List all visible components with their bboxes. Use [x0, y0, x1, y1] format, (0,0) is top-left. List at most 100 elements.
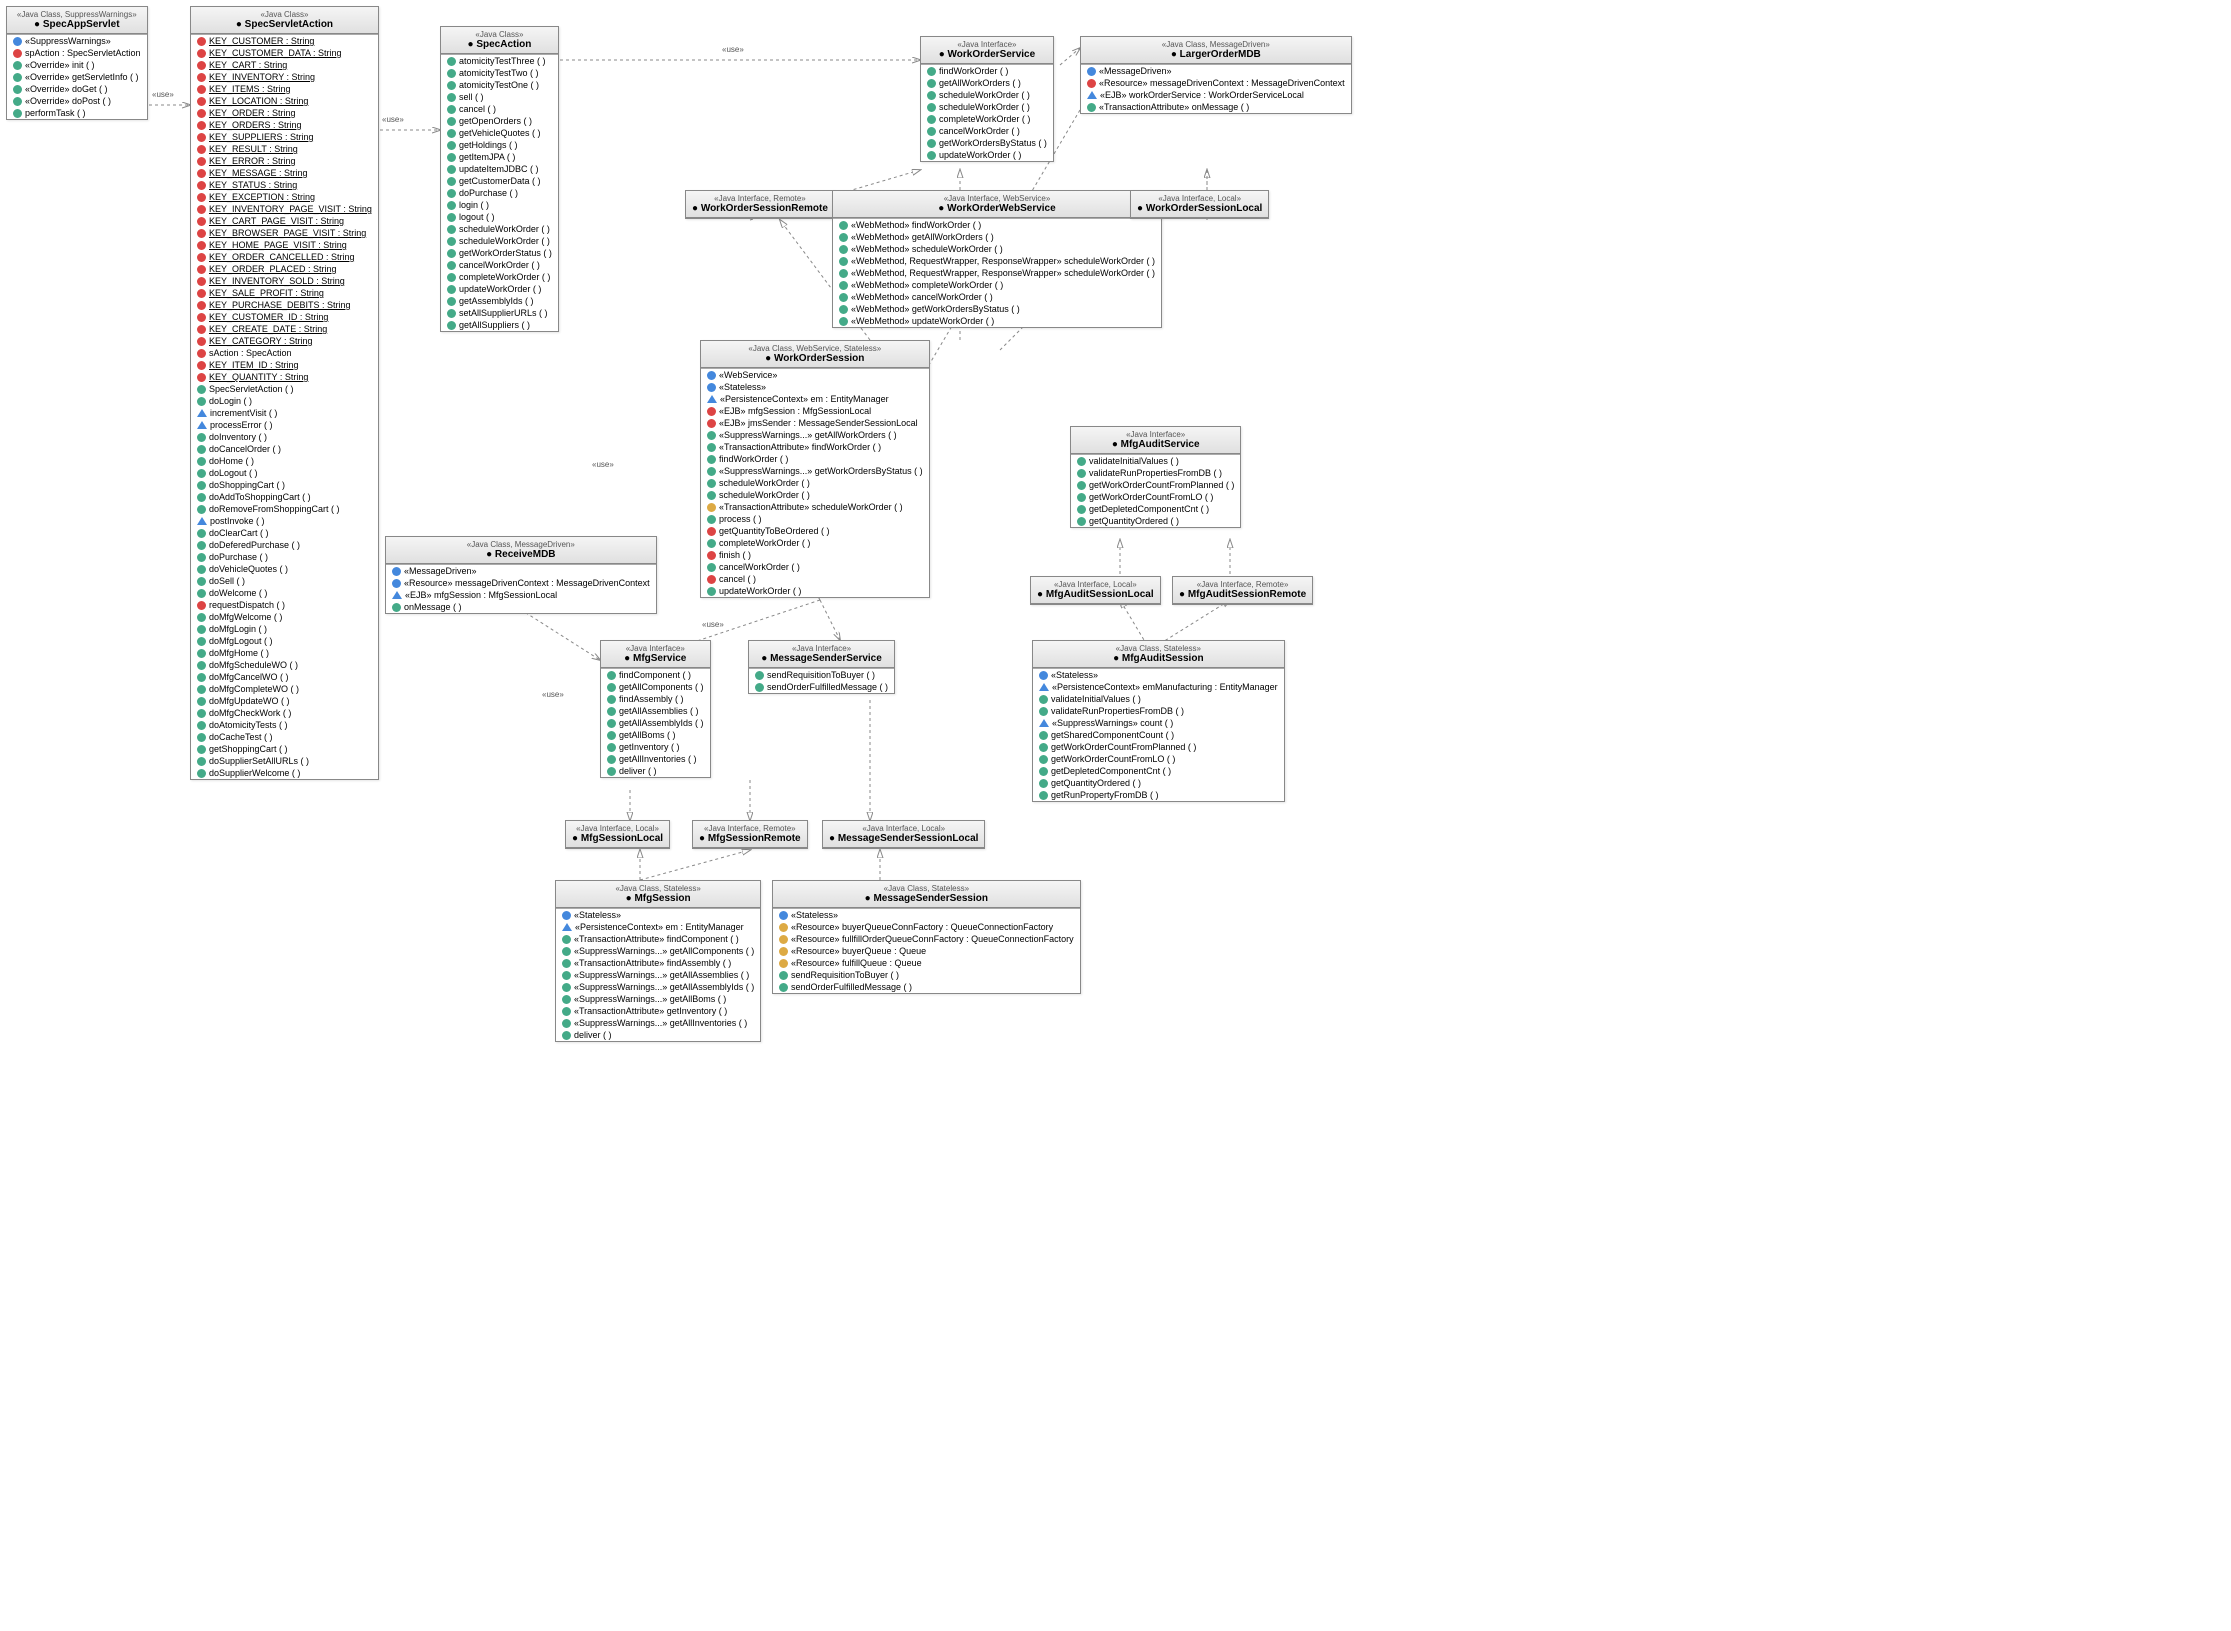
- visibility-icon: [927, 127, 936, 136]
- member-row: «MessageDriven»: [386, 565, 656, 577]
- uml-MfgSession[interactable]: «Java Class, Stateless»● MfgSession«Stat…: [555, 880, 761, 1042]
- uml-MfgAuditService[interactable]: «Java Interface»● MfgAuditServicevalidat…: [1070, 426, 1241, 528]
- member-row: onMessage ( ): [386, 601, 656, 613]
- member-row: getInventory ( ): [601, 741, 710, 753]
- visibility-icon: [197, 361, 206, 370]
- uml-MfgAuditSessionLocal[interactable]: «Java Interface, Local»● MfgAuditSession…: [1030, 576, 1161, 605]
- member-row: doPurchase ( ): [191, 551, 378, 563]
- member-row: getQuantityOrdered ( ): [1033, 777, 1284, 789]
- member-row: validateRunPropertiesFromDB ( ): [1071, 467, 1240, 479]
- visibility-icon: [392, 567, 401, 576]
- member-row: doSupplierSetAllURLs ( ): [191, 755, 378, 767]
- visibility-icon: [607, 695, 616, 704]
- uml-MfgSessionLocal[interactable]: «Java Interface, Local»● MfgSessionLocal: [565, 820, 670, 849]
- member-row: completeWorkOrder ( ): [441, 271, 558, 283]
- visibility-icon: [1077, 517, 1086, 526]
- uml-WorkOrderService[interactable]: «Java Interface»● WorkOrderServicefindWo…: [920, 36, 1054, 162]
- member-row: «TransactionAttribute» onMessage ( ): [1081, 101, 1351, 113]
- uml-LargerOrderMDB[interactable]: «Java Class, MessageDriven»● LargerOrder…: [1080, 36, 1352, 114]
- visibility-icon: [707, 455, 716, 464]
- member-row: doCancelOrder ( ): [191, 443, 378, 455]
- member-row: getQuantityToBeOrdered ( ): [701, 525, 929, 537]
- member-row: doMfgLogin ( ): [191, 623, 378, 635]
- member-row: «Stateless»: [773, 909, 1080, 921]
- uml-MessageSenderSession[interactable]: «Java Class, Stateless»● MessageSenderSe…: [772, 880, 1081, 994]
- member-row: KEY_INVENTORY_PAGE_VISIT : String: [191, 203, 378, 215]
- member-row: getWorkOrderCountFromPlanned ( ): [1071, 479, 1240, 491]
- visibility-icon: [197, 733, 206, 742]
- visibility-icon: [197, 745, 206, 754]
- member-row: «WebMethod» getWorkOrdersByStatus ( ): [833, 303, 1161, 315]
- member-row: «Override» doPost ( ): [7, 95, 147, 107]
- visibility-icon: [197, 637, 206, 646]
- uml-SpecServletAction[interactable]: «Java Class»● SpecServletActionKEY_CUSTO…: [190, 6, 379, 780]
- visibility-icon: [707, 479, 716, 488]
- member-row: KEY_MESSAGE : String: [191, 167, 378, 179]
- visibility-icon: [447, 261, 456, 270]
- visibility-icon: [1039, 707, 1048, 716]
- visibility-icon: [562, 911, 571, 920]
- uml-MfgAuditSessionRemote[interactable]: «Java Interface, Remote»● MfgAuditSessio…: [1172, 576, 1313, 605]
- visibility-icon: [197, 337, 206, 346]
- visibility-icon: [197, 769, 206, 778]
- member-row: KEY_STATUS : String: [191, 179, 378, 191]
- uml-MessageSenderService[interactable]: «Java Interface»● MessageSenderServicese…: [748, 640, 895, 694]
- visibility-icon: [447, 285, 456, 294]
- visibility-icon: [197, 421, 207, 429]
- member-row: KEY_RESULT : String: [191, 143, 378, 155]
- uml-MfgSessionRemote[interactable]: «Java Interface, Remote»● MfgSessionRemo…: [692, 820, 808, 849]
- member-row: «WebMethod» scheduleWorkOrder ( ): [833, 243, 1161, 255]
- uml-SpecAppServlet[interactable]: «Java Class, SuppressWarnings»● SpecAppS…: [6, 6, 148, 120]
- member-row: deliver ( ): [601, 765, 710, 777]
- member-row: KEY_LOCATION : String: [191, 95, 378, 107]
- uml-WorkOrderSession[interactable]: «Java Class, WebService, Stateless»● Wor…: [700, 340, 930, 598]
- member-row: findAssembly ( ): [601, 693, 710, 705]
- visibility-icon: [707, 551, 716, 560]
- member-row: findWorkOrder ( ): [701, 453, 929, 465]
- visibility-icon: [197, 193, 206, 202]
- visibility-icon: [707, 419, 716, 428]
- visibility-icon: [839, 221, 848, 230]
- member-row: KEY_ORDER_PLACED : String: [191, 263, 378, 275]
- member-row: sAction : SpecAction: [191, 347, 378, 359]
- visibility-icon: [1039, 767, 1048, 776]
- uml-MfgAuditSession[interactable]: «Java Class, Stateless»● MfgAuditSession…: [1032, 640, 1285, 802]
- member-row: «EJB» workOrderService : WorkOrderServic…: [1081, 89, 1351, 101]
- member-row: sendRequisitionToBuyer ( ): [749, 669, 894, 681]
- uml-MessageSenderSessionLocal[interactable]: «Java Interface, Local»● MessageSenderSe…: [822, 820, 985, 849]
- member-row: «WebMethod» updateWorkOrder ( ): [833, 315, 1161, 327]
- uml-WorkOrderSessionLocal[interactable]: «Java Interface, Local»● WorkOrderSessio…: [1130, 190, 1269, 219]
- visibility-icon: [197, 553, 206, 562]
- member-row: processError ( ): [191, 419, 378, 431]
- member-row: doLogin ( ): [191, 395, 378, 407]
- member-row: doMfgCheckWork ( ): [191, 707, 378, 719]
- member-row: sendRequisitionToBuyer ( ): [773, 969, 1080, 981]
- visibility-icon: [447, 129, 456, 138]
- member-row: getAllBoms ( ): [601, 729, 710, 741]
- member-row: doVehicleQuotes ( ): [191, 563, 378, 575]
- member-row: scheduleWorkOrder ( ): [921, 89, 1053, 101]
- member-row: «PersistenceContext» em : EntityManager: [701, 393, 929, 405]
- use-label: «use»: [700, 620, 726, 629]
- member-row: updateWorkOrder ( ): [701, 585, 929, 597]
- visibility-icon: [197, 385, 206, 394]
- visibility-icon: [779, 971, 788, 980]
- member-row: incrementVisit ( ): [191, 407, 378, 419]
- member-row: «Override» getServletInfo ( ): [7, 71, 147, 83]
- uml-SpecAction[interactable]: «Java Class»● SpecActionatomicityTestThr…: [440, 26, 559, 332]
- uml-WorkOrderWebService[interactable]: «Java Interface, WebService»● WorkOrderW…: [832, 190, 1162, 328]
- uml-ReceiveMDB[interactable]: «Java Class, MessageDriven»● ReceiveMDB«…: [385, 536, 657, 614]
- visibility-icon: [197, 565, 206, 574]
- visibility-icon: [392, 591, 402, 599]
- visibility-icon: [197, 409, 207, 417]
- member-row: doWelcome ( ): [191, 587, 378, 599]
- member-row: doLogout ( ): [191, 467, 378, 479]
- uml-WorkOrderSessionRemote[interactable]: «Java Interface, Remote»● WorkOrderSessi…: [685, 190, 835, 219]
- member-row: KEY_SUPPLIERS : String: [191, 131, 378, 143]
- member-row: «EJB» mfgSession : MfgSessionLocal: [701, 405, 929, 417]
- class-header: «Java Class, MessageDriven»● LargerOrder…: [1081, 37, 1351, 64]
- uml-MfgService[interactable]: «Java Interface»● MfgServicefindComponen…: [600, 640, 711, 778]
- visibility-icon: [447, 213, 456, 222]
- member-row: KEY_INVENTORY : String: [191, 71, 378, 83]
- member-row: sendOrderFulfilledMessage ( ): [749, 681, 894, 693]
